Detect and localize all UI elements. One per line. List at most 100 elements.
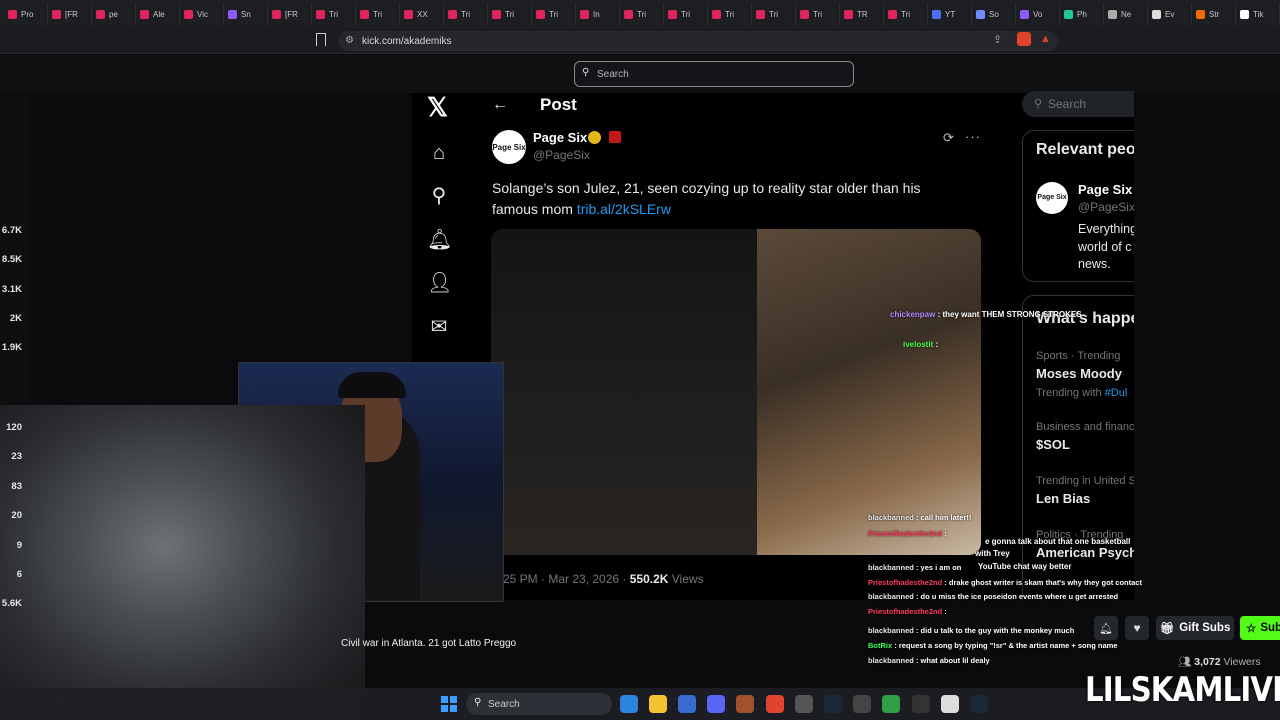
sidebar-viewer-count[interactable]: 6.7K [0,225,22,236]
browser-tab[interactable]: Sn [224,3,268,25]
brave-shields-icon[interactable] [1017,32,1031,46]
brave-rewards-icon[interactable]: ▲ [1040,33,1051,45]
app-icon[interactable] [941,695,959,713]
chat-username[interactable]: BotRix [868,641,892,650]
home-icon[interactable]: ⌂ [427,141,451,165]
browser-tab[interactable]: Ev [1148,3,1192,25]
relevant-avatar[interactable]: Page Six [1036,182,1068,214]
browser-tab[interactable]: Tri [796,3,840,25]
taskbar-search[interactable]: Search [466,693,612,715]
chat-username[interactable]: blackbanned [868,513,914,522]
grok-icon[interactable]: ⟳ [943,130,954,146]
relevant-handle[interactable]: @PageSix [1078,200,1134,214]
browser-tab[interactable]: Pro [4,3,48,25]
author-avatar[interactable]: Page Six [492,130,526,164]
browser-tab[interactable]: Ale [136,3,180,25]
notifications-bell-icon[interactable]: 🔔︎ [427,228,452,252]
browser-tab[interactable]: Tri [312,3,356,25]
tab-label: Tri [373,9,383,19]
browser-tab[interactable]: Ph [1060,3,1104,25]
back-arrow-icon[interactable]: ← [492,96,508,114]
chat-username[interactable]: blackbanned [868,656,914,665]
sidebar-viewer-count[interactable]: 120 [0,422,22,433]
browser-tab[interactable]: [FR [268,3,312,25]
steam-icon[interactable] [970,695,988,713]
browser-tab[interactable]: Tri [664,3,708,25]
browser-tab[interactable]: Tri [532,3,576,25]
trend-name[interactable]: Len Bias [1036,491,1134,506]
app-icon[interactable] [853,695,871,713]
browser-tab[interactable]: Tri [752,3,796,25]
chat-username[interactable]: Priestofhadesthe2nd [868,529,942,538]
gift-subs-button[interactable]: 🎁︎ Gift Subs [1156,616,1234,640]
app-icon[interactable] [882,695,900,713]
author-handle[interactable]: @PageSix [533,148,590,162]
subscribe-button[interactable]: ☆ Sub [1240,616,1280,640]
sidebar-viewer-count[interactable]: 2K [0,313,22,324]
chat-username[interactable]: blackbanned [868,592,914,601]
brave-browser-icon[interactable] [766,695,784,713]
discord-icon[interactable] [707,695,725,713]
app-icon[interactable] [736,695,754,713]
follow-heart-button[interactable]: ♥ [1125,616,1149,640]
browser-tab[interactable]: pe [92,3,136,25]
sidebar-viewer-count[interactable]: 3.1K [0,284,22,295]
browser-tab[interactable]: In [576,3,620,25]
browser-tab[interactable]: TR [840,3,884,25]
browser-tab[interactable]: Tri [884,3,928,25]
x-logo-icon[interactable]: 𝕏 [427,92,448,123]
sidebar-viewer-count[interactable]: 8.5K [0,254,22,265]
author-name[interactable]: Page Six [533,130,587,145]
chat-username[interactable]: blackbanned [868,626,914,635]
browser-tab[interactable]: YT [928,3,972,25]
sidebar-viewer-count[interactable]: 20 [0,510,22,521]
sidebar-viewer-count[interactable]: 5.6K [0,598,22,609]
store-icon[interactable] [678,695,696,713]
communities-icon[interactable]: 👤︎ [427,271,452,295]
url-field[interactable]: kick.com/akademiks [338,31,1058,51]
chat-overlay-message: YouTube chat way better [978,562,1072,571]
post-media[interactable] [491,229,981,555]
tab-favicon-icon [580,9,589,19]
file-explorer-icon[interactable] [649,695,667,713]
relevant-name[interactable]: Page Six [1078,182,1132,197]
browser-tab[interactable]: Tri [620,3,664,25]
notification-bell-button[interactable]: 🔔︎ [1094,616,1118,640]
steam-icon[interactable] [824,695,842,713]
4k-app-icon[interactable] [912,695,930,713]
messages-envelope-icon[interactable]: ✉ [427,315,451,339]
sidebar-viewer-count[interactable]: 83 [0,481,22,492]
share-icon[interactable]: ⇪ [993,33,1002,46]
browser-tab[interactable]: Ne [1104,3,1148,25]
chat-username[interactable]: blackbanned [868,563,914,572]
browser-tab[interactable]: Str [1192,3,1236,25]
chat-username[interactable]: Priestofhadesthe2nd [868,578,942,587]
more-options-icon[interactable]: ··· [965,129,981,144]
trend-name[interactable]: $SOL [1036,437,1134,452]
explore-search-icon[interactable]: ⚲ [427,184,451,208]
kick-search-input[interactable]: Search [574,61,854,87]
sidebar-viewer-count[interactable]: 6 [0,569,22,580]
sidebar-viewer-count[interactable]: 1.9K [0,342,22,353]
browser-tab[interactable]: Tik [1236,3,1280,25]
chat-username[interactable]: Priestofhadesthe2nd [868,607,942,616]
post-link[interactable]: trib.al/2kSLErw [577,201,671,217]
trend-name[interactable]: American Psych [1036,545,1134,560]
browser-tab[interactable]: Tri [488,3,532,25]
sidebar-viewer-count[interactable]: 23 [0,451,22,462]
windows-start-icon[interactable] [441,696,457,712]
browser-tab[interactable]: So [972,3,1016,25]
browser-tab[interactable]: Vic [180,3,224,25]
obs-icon[interactable] [795,695,813,713]
site-settings-icon[interactable]: ⚙ [345,35,354,46]
trend-name[interactable]: Moses Moody [1036,366,1134,381]
sidebar-viewer-count[interactable]: 9 [0,540,22,551]
browser-tab[interactable]: Tri [356,3,400,25]
bookmark-icon[interactable] [316,33,326,46]
copilot-icon[interactable] [620,695,638,713]
browser-tab[interactable]: Tri [444,3,488,25]
browser-tab[interactable]: Vo [1016,3,1060,25]
browser-tab[interactable]: [FR [48,3,92,25]
browser-tab[interactable]: XX [400,3,444,25]
browser-tab[interactable]: Tri [708,3,752,25]
